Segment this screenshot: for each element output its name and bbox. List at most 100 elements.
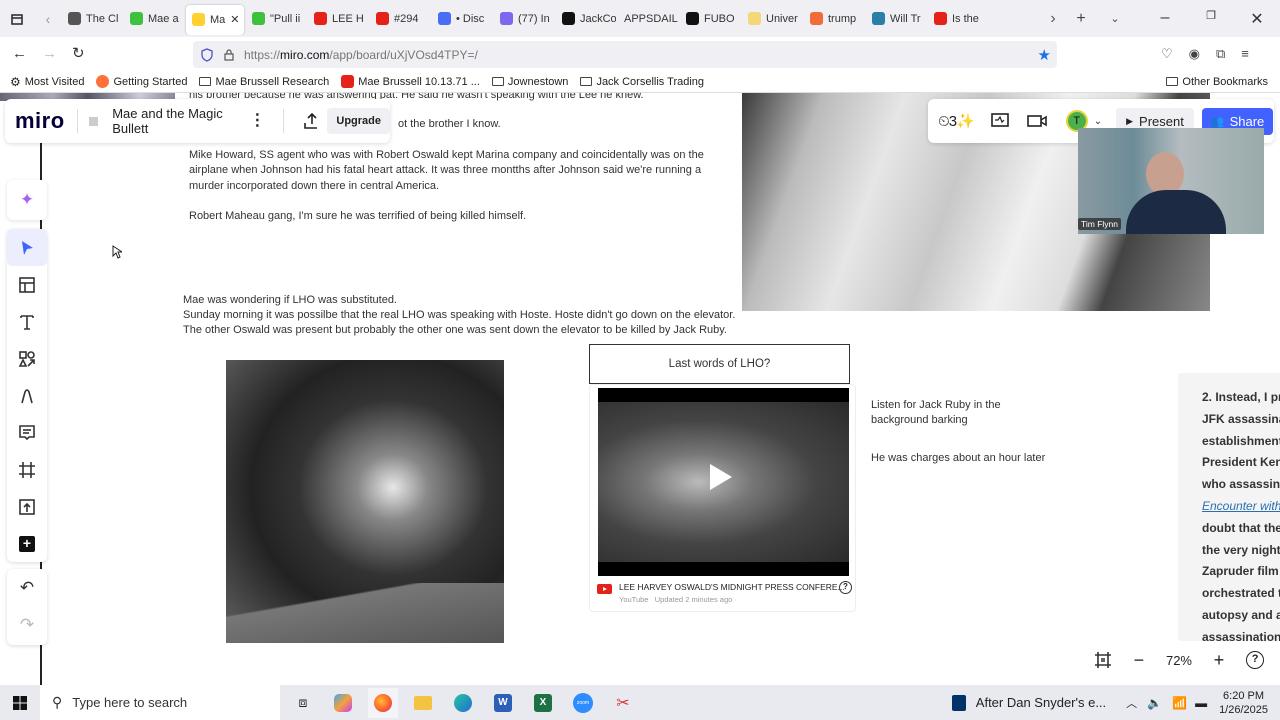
news-widget[interactable]: After Dan Snyder's e... — [976, 695, 1106, 710]
miro-board-canvas[interactable]: his brother because he was answering pat… — [0, 93, 1280, 685]
frame-tool[interactable] — [7, 451, 47, 488]
address-bar[interactable]: https://miro.com/app/board/uXjVOsd4TPY=/… — [193, 41, 1057, 68]
browser-tab[interactable]: "Pull ii — [246, 4, 306, 34]
bookmark-item[interactable]: Jownestown — [491, 76, 568, 88]
more-apps-tool[interactable]: + — [7, 525, 47, 562]
text-note-charges[interactable]: He was charges about an hour later — [871, 451, 1071, 466]
document-excerpt[interactable]: 2. Instead, I pr JFK assassinat establishm… — [1178, 373, 1280, 641]
video-thumbnail[interactable] — [598, 388, 849, 576]
word-button[interactable]: W — [488, 688, 518, 718]
restore-window-button[interactable]: ❐ — [1188, 9, 1234, 29]
text-tool[interactable] — [7, 303, 47, 340]
bookmark-item[interactable]: ⚙ Most Visited — [10, 75, 84, 89]
close-tab-icon[interactable]: ✕ — [230, 13, 239, 26]
bookmark-item[interactable]: Jack Corsellis Trading — [580, 76, 704, 88]
last-words-label-box[interactable]: Last words of LHO? — [589, 344, 850, 384]
other-bookmarks[interactable]: Other Bookmarks — [1166, 76, 1268, 88]
battery-icon[interactable]: ▬ — [1195, 696, 1207, 710]
browser-tab[interactable]: Is the — [928, 4, 988, 34]
reactions-icon[interactable]: ⏲3✨ — [938, 112, 975, 130]
comment-tool[interactable] — [7, 414, 47, 451]
board-name[interactable]: Mae and the Magic Bullett — [112, 106, 231, 136]
wifi-icon[interactable]: 📶 — [1172, 696, 1187, 710]
video-camera-icon[interactable] — [1026, 113, 1048, 129]
photo-oswald-shooting[interactable] — [226, 360, 504, 643]
miro-logo[interactable]: miro — [15, 108, 65, 134]
text-note-sunday[interactable]: Sunday morning it was possilbe that the … — [183, 308, 743, 339]
firefox-taskbar-button[interactable] — [368, 687, 398, 718]
browser-tab[interactable]: Ma ✕ — [186, 4, 244, 35]
browser-tab[interactable]: (77) In — [494, 4, 554, 34]
bookmark-item[interactable]: Mae Brussell 10.13.71 ... — [341, 75, 480, 88]
browser-tab[interactable]: Univer — [742, 4, 802, 34]
excel-button[interactable]: X — [528, 688, 558, 718]
taskbar-search-box[interactable]: ⚲ Type here to search — [40, 685, 280, 720]
undo-button[interactable]: ↶ — [7, 569, 47, 606]
forward-button[interactable]: → — [42, 45, 57, 62]
text-note-listen[interactable]: Listen for Jack Ruby in the background b… — [871, 398, 1061, 429]
url-text[interactable]: https://miro.com/app/board/uXjVOsd4TPY=/ — [244, 48, 478, 62]
system-clock[interactable]: 6:20 PM 1/26/2025 — [1219, 689, 1268, 717]
board-menu-kebab-icon[interactable]: ⋮ — [249, 113, 265, 129]
back-button[interactable]: ← — [12, 45, 27, 62]
text-note-brother[interactable]: ot the brother I know. — [398, 117, 501, 132]
browser-tab[interactable]: Mae a — [124, 4, 184, 34]
video-title[interactable]: LEE HARVEY OSWALD'S MIDNIGHT PRESS CONFE… — [619, 582, 845, 592]
copilot-button[interactable] — [328, 688, 358, 718]
zoom-app-button[interactable]: zoom — [568, 688, 598, 718]
browser-tab[interactable]: LEE H — [308, 4, 368, 34]
avatar-chevron-down-icon[interactable]: ⌄ — [1094, 116, 1102, 127]
pocket-icon[interactable]: ♡ — [1161, 46, 1173, 62]
list-all-tabs-chevron-icon[interactable]: ⌄ — [1098, 12, 1132, 25]
zoom-level[interactable]: 72% — [1166, 653, 1192, 668]
volume-icon[interactable]: 🔈 — [1147, 696, 1162, 710]
export-upload-icon[interactable] — [303, 112, 318, 130]
close-window-button[interactable]: ✕ — [1234, 9, 1280, 29]
upgrade-button[interactable]: Upgrade — [327, 108, 391, 134]
browser-tab[interactable]: • Disc — [432, 4, 492, 34]
pen-tool[interactable] — [7, 377, 47, 414]
text-note-mae-wondering[interactable]: Mae was wondering if LHO was substituted… — [183, 293, 743, 308]
browser-tab[interactable]: JackCo — [556, 4, 616, 34]
tab-scroll-right-icon[interactable]: › — [1042, 10, 1064, 28]
zoom-in-button[interactable]: + — [1214, 650, 1225, 671]
browser-tab[interactable]: #294 — [370, 4, 430, 34]
video-call-tile[interactable]: Tim Flynn — [1078, 128, 1264, 234]
fit-to-screen-icon[interactable] — [1094, 651, 1112, 669]
browser-tab[interactable]: The Cl — [62, 4, 122, 34]
play-icon[interactable] — [710, 464, 732, 490]
tab-scroll-left-icon[interactable]: ‹ — [34, 11, 62, 27]
browser-tab[interactable]: trump — [804, 4, 864, 34]
new-tab-button[interactable]: + — [1064, 10, 1098, 28]
browser-tab[interactable]: FUBO — [680, 4, 740, 34]
bookmark-star-icon[interactable]: ★ — [1038, 46, 1051, 64]
browser-tab[interactable]: APPSDAIL — [618, 4, 678, 34]
templates-tool[interactable] — [7, 266, 47, 303]
task-view-button[interactable]: ⧈ — [288, 688, 318, 718]
browser-tab[interactable]: Will Tr — [866, 4, 926, 34]
youtube-embed-card[interactable]: LEE HARVEY OSWALD'S MIDNIGHT PRESS CONFE… — [589, 384, 856, 612]
comments-activity-icon[interactable] — [990, 112, 1010, 130]
snipping-tool-button[interactable]: ✂ — [608, 688, 638, 718]
file-explorer-button[interactable] — [408, 688, 438, 718]
help-button[interactable]: ? — [1246, 651, 1265, 669]
shapes-tool[interactable] — [7, 340, 47, 377]
account-icon[interactable]: ◉ — [1189, 46, 1200, 62]
text-note-maheau[interactable]: Robert Maheau gang, I'm sure he was terr… — [189, 209, 729, 224]
zoom-out-button[interactable]: − — [1134, 650, 1145, 671]
redo-button[interactable]: ↷ — [7, 606, 47, 643]
bookmark-item[interactable]: Mae Brussell Research — [199, 76, 329, 88]
edge-button[interactable] — [448, 688, 478, 718]
document-link[interactable]: Encounter with — [1202, 496, 1280, 518]
extensions-icon[interactable]: ⧉ — [1216, 46, 1225, 62]
text-note-howard[interactable]: Mike Howard, SS agent who was with Rober… — [189, 148, 729, 194]
help-icon[interactable]: ? — [839, 581, 852, 594]
reload-button[interactable]: ↻ — [72, 44, 85, 62]
ai-sparkle-button[interactable]: ✦ — [7, 180, 47, 220]
upload-tool[interactable] — [7, 488, 47, 525]
minimize-window-button[interactable]: – — [1142, 9, 1188, 29]
start-button[interactable] — [0, 695, 40, 711]
bookmark-item[interactable]: Getting Started — [96, 75, 187, 88]
show-hidden-icons-chevron-icon[interactable]: ︿ — [1126, 695, 1137, 711]
menu-hamburger-icon[interactable]: ≡ — [1241, 46, 1249, 62]
